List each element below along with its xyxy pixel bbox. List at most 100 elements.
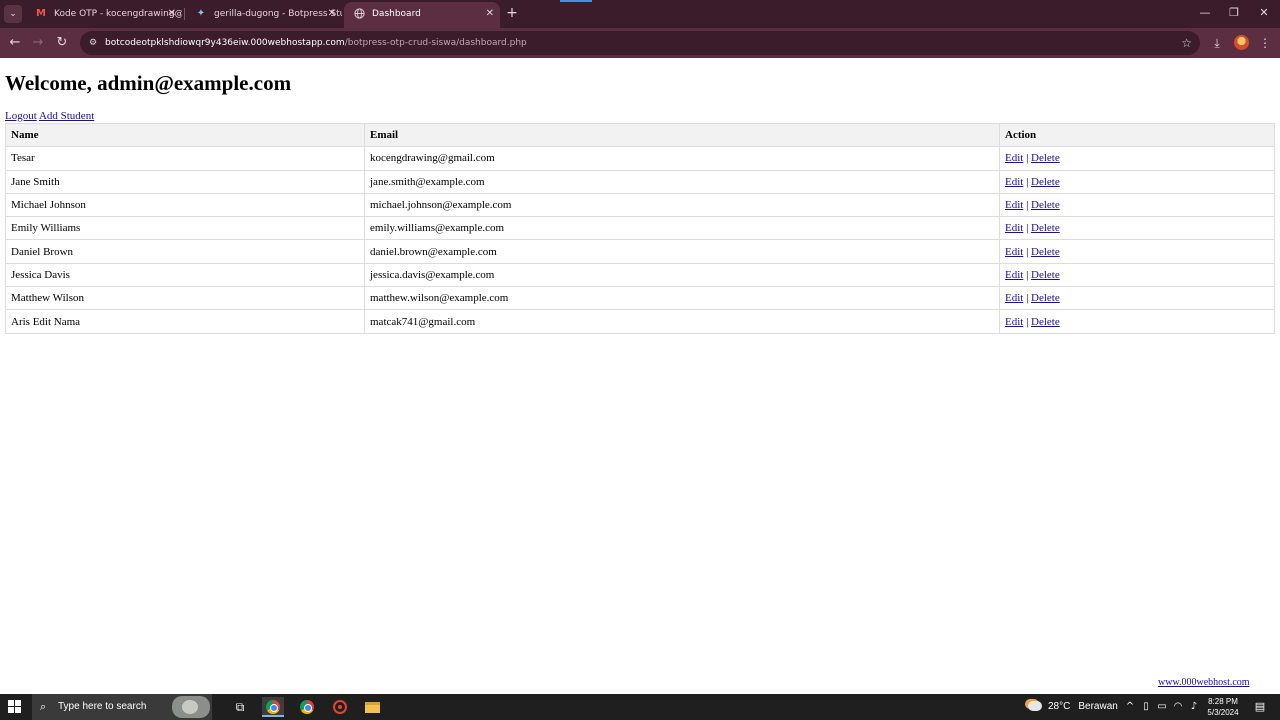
student-email: michael.johnson@example.com: [364, 192, 1000, 218]
new-tab-button[interactable]: +: [503, 4, 521, 22]
table-row: Tesar kocengdrawing@gmail.com Edit | Delet…: [5, 146, 1275, 171]
bookmark-star-icon[interactable]: ☆: [1181, 35, 1192, 51]
edit-link[interactable]: Edit: [1005, 176, 1023, 188]
action-separator: |: [1026, 199, 1029, 212]
botpress-icon: ✦: [196, 8, 206, 19]
action-separator: |: [1026, 315, 1029, 328]
address-bar[interactable]: ⚙ botcodeotpklshdiowqr9y436eiw.000webhos…: [80, 31, 1200, 55]
reload-icon[interactable]: ↻: [53, 34, 71, 52]
tab-title: Kode OTP - kocengdrawing@g: [54, 9, 182, 19]
student-name: Aris Edit Nama: [5, 309, 365, 334]
url-text[interactable]: botcodeotpklshdiowqr9y436eiw.000webhosta…: [105, 31, 527, 55]
add-student-link[interactable]: Add Student: [39, 110, 94, 122]
webhost-badge-link[interactable]: www.000webhost.com: [1158, 677, 1250, 688]
device-icon[interactable]: ▯: [1139, 699, 1153, 715]
edit-link[interactable]: Edit: [1005, 199, 1023, 211]
student-email: jessica.davis@example.com: [364, 262, 1000, 288]
action-separator: |: [1026, 175, 1029, 188]
windows-start-icon[interactable]: [8, 700, 22, 714]
chrome-profile-taskbar-icon[interactable]: [262, 697, 284, 717]
edit-link[interactable]: Edit: [1005, 152, 1023, 164]
edit-link[interactable]: Edit: [1005, 246, 1023, 258]
chevron-up-icon[interactable]: ^: [1123, 699, 1137, 715]
edit-link[interactable]: Edit: [1005, 316, 1023, 328]
browser-tab-bar: ⌄ M Kode OTP - kocengdrawing@g ✕ ✦ geril…: [0, 0, 1280, 28]
globe-icon: [353, 8, 365, 20]
delete-link[interactable]: Delete: [1031, 152, 1060, 164]
tab-dashboard[interactable]: Dashboard ✕: [344, 2, 500, 28]
battery-icon[interactable]: ▭: [1155, 699, 1169, 715]
clock-date: 5/3/2024: [1207, 708, 1239, 717]
dashboard-page: Welcome, admin@example.com Logout Add St…: [0, 58, 1280, 694]
logout-link[interactable]: Logout: [5, 110, 37, 122]
delete-link[interactable]: Delete: [1031, 246, 1060, 258]
restore-icon[interactable]: ❐: [1225, 4, 1243, 22]
tab-title: Dashboard: [372, 9, 421, 19]
header-name: Name: [5, 122, 365, 148]
close-tab-icon[interactable]: ✕: [328, 2, 336, 26]
forward-arrow-icon[interactable]: →: [29, 34, 47, 52]
url-path: /botpress-otp-crud-siswa/dashboard.php: [344, 38, 527, 48]
tab-botpress[interactable]: ✦ gerilla-dugong - Botpress Studi ✕: [186, 2, 342, 28]
edit-link[interactable]: Edit: [1005, 222, 1023, 234]
student-name: Daniel Brown: [5, 239, 365, 264]
wifi-icon[interactable]: ◠: [1171, 699, 1185, 715]
close-window-icon[interactable]: ✕: [1255, 4, 1273, 22]
row-actions: Edit | Delete: [999, 309, 1275, 334]
action-separator: |: [1026, 268, 1029, 281]
table-row: Aris Edit Nama matcak741@gmail.com Edit | …: [5, 309, 1275, 334]
profile-avatar[interactable]: [1234, 35, 1249, 50]
search-placeholder: Type here to search: [58, 701, 147, 712]
table-body: Tesar kocengdrawing@gmail.com Edit | Delet…: [5, 146, 1275, 334]
menu-kebab-icon[interactable]: ⋮: [1256, 34, 1274, 52]
volume-icon[interactable]: ♪: [1187, 699, 1201, 715]
table-row: Jessica Davis jessica.davis@example.com Ed…: [5, 262, 1275, 288]
tab-drag-indicator: [560, 0, 592, 2]
table-row: Michael Johnson michael.johnson@example.c…: [5, 192, 1275, 218]
student-name: Jessica Davis: [5, 262, 365, 288]
action-separator: |: [1026, 292, 1029, 305]
search-icon: ⌕: [40, 700, 47, 713]
file-explorer-icon[interactable]: [361, 697, 383, 717]
delete-link[interactable]: Delete: [1031, 269, 1060, 281]
student-name: Matthew Wilson: [5, 286, 365, 311]
site-info-icon[interactable]: ⚙: [86, 36, 100, 50]
chrome-taskbar-icon[interactable]: [296, 697, 318, 717]
minimize-icon[interactable]: —: [1196, 4, 1214, 22]
task-view-icon[interactable]: ⧉: [229, 697, 251, 717]
weather-temp: 28°C: [1048, 701, 1071, 712]
edit-link[interactable]: Edit: [1005, 292, 1023, 304]
taskbar-clock[interactable]: 8:28 PM 5/3/2024: [1203, 696, 1243, 718]
edit-link[interactable]: Edit: [1005, 269, 1023, 281]
tab-search-button[interactable]: ⌄: [4, 5, 22, 23]
delete-link[interactable]: Delete: [1031, 316, 1060, 328]
header-email: Email: [364, 122, 1000, 148]
delete-link[interactable]: Delete: [1031, 292, 1060, 304]
koala-search-highlight-icon[interactable]: [172, 696, 210, 718]
screen-recorder-icon[interactable]: [329, 697, 351, 717]
tab-title: gerilla-dugong - Botpress Studi: [214, 9, 342, 19]
student-email: matcak741@gmail.com: [364, 309, 1000, 334]
action-separator: |: [1026, 152, 1029, 165]
download-icon[interactable]: ⤓: [1208, 34, 1226, 52]
header-action: Action: [999, 122, 1275, 148]
back-arrow-icon[interactable]: ←: [6, 34, 24, 52]
row-actions: Edit | Delete: [999, 216, 1275, 241]
action-separator: |: [1026, 222, 1029, 235]
delete-link[interactable]: Delete: [1031, 176, 1060, 188]
row-actions: Edit | Delete: [999, 262, 1275, 288]
clock-time: 8:28 PM: [1208, 697, 1238, 706]
tab-kode-otp[interactable]: M Kode OTP - kocengdrawing@g ✕: [26, 2, 182, 28]
close-tab-icon[interactable]: ✕: [168, 2, 176, 26]
students-table: Name Email Action Tesar kocengdrawing@gma…: [5, 122, 1275, 334]
close-tab-icon[interactable]: ✕: [486, 2, 494, 26]
table-row: Daniel Brown daniel.brown@example.com Edit…: [5, 239, 1275, 264]
notification-icon[interactable]: ▤: [1252, 699, 1268, 715]
student-email: emily.williams@example.com: [364, 216, 1000, 241]
delete-link[interactable]: Delete: [1031, 199, 1060, 211]
weather-widget[interactable]: 28°C Berawan: [1028, 694, 1118, 720]
student-email: daniel.brown@example.com: [364, 239, 1000, 264]
delete-link[interactable]: Delete: [1031, 222, 1060, 234]
url-host: botcodeotpklshdiowqr9y436eiw.000webhosta…: [105, 38, 345, 48]
action-links: Logout Add Student: [5, 110, 94, 122]
